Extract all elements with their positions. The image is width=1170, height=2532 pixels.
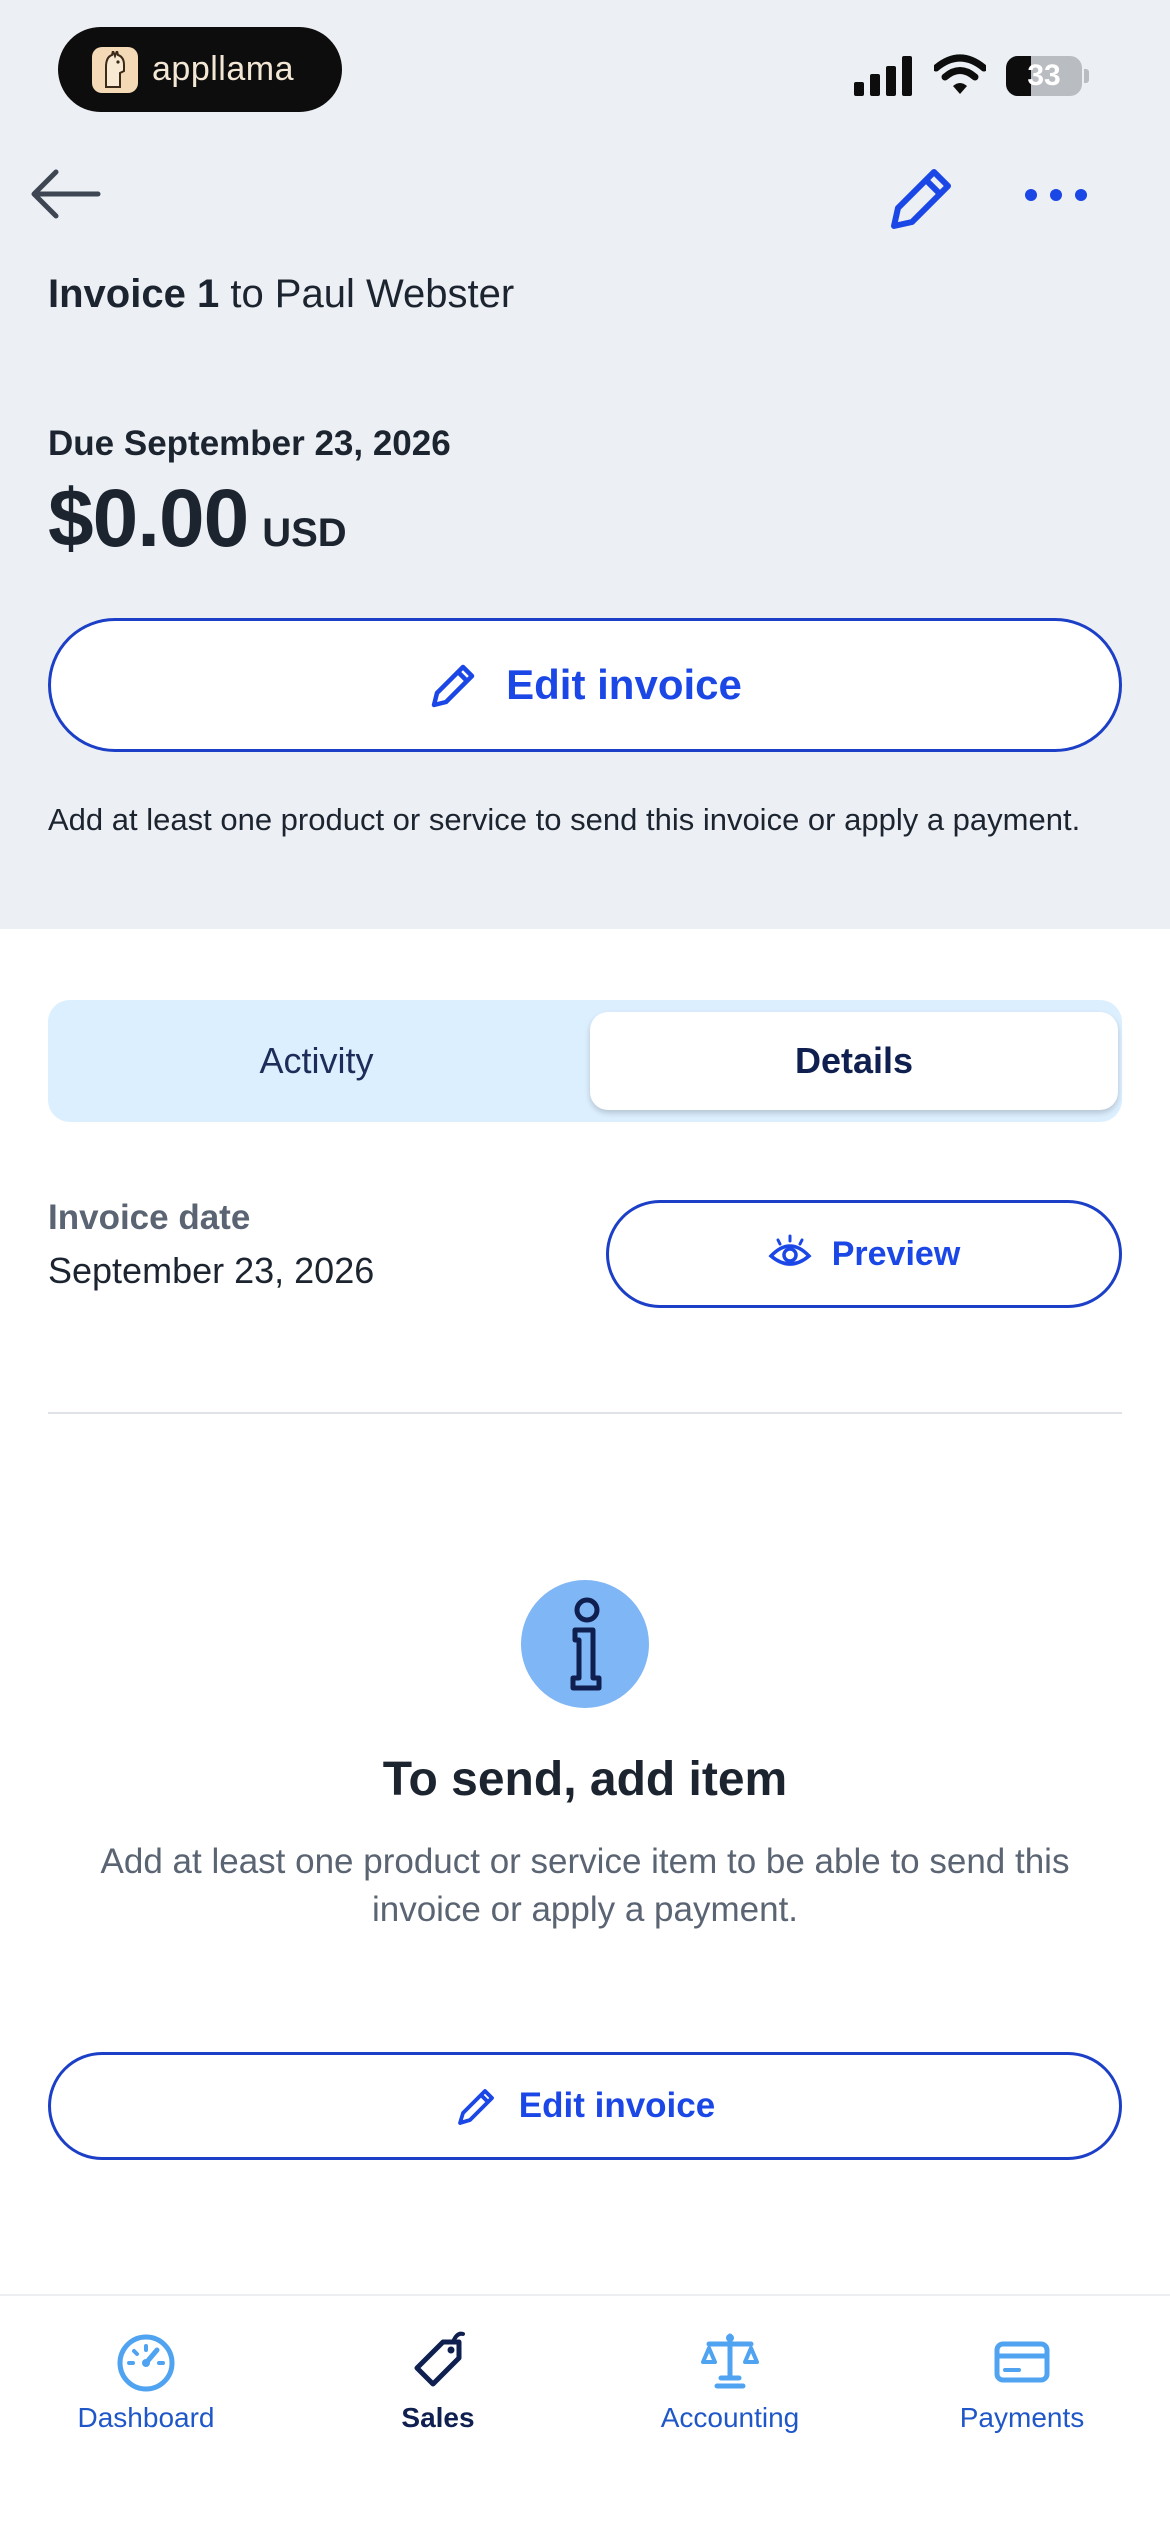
invoice-customer: to Paul Webster <box>230 272 515 316</box>
send-hint-text: Add at least one product or service to s… <box>48 802 1081 837</box>
invoice-title: Invoice 1 to Paul Webster <box>48 272 514 317</box>
section-divider <box>48 1412 1122 1414</box>
more-options-button[interactable] <box>1018 170 1094 220</box>
preview-label: Preview <box>831 1234 961 1273</box>
amount-value: $0.00 <box>48 473 249 564</box>
info-icon <box>521 1580 649 1708</box>
app-badge-label: appllama <box>152 50 294 88</box>
app-badge: appllama <box>58 27 342 112</box>
back-button[interactable] <box>28 160 104 228</box>
nav-accounting-label: Accounting <box>660 2402 800 2433</box>
tab-bar: Activity Details <box>48 1000 1122 1122</box>
battery-icon: 33 <box>1006 56 1089 96</box>
empty-state-description: Add at least one product or service item… <box>100 1842 1070 1929</box>
llama-logo-icon <box>92 46 138 93</box>
nav-payments[interactable]: Payments <box>876 2328 1168 2448</box>
pencil-icon <box>457 2089 494 2125</box>
pencil-icon <box>891 169 951 229</box>
wifi-icon <box>934 54 986 94</box>
tab-activity[interactable]: Activity <box>48 1000 585 1122</box>
edit-invoice-button[interactable]: Edit invoice <box>48 618 1122 752</box>
nav-sales[interactable]: Sales <box>292 2328 584 2448</box>
nav-dashboard-label: Dashboard <box>77 2402 215 2433</box>
card-icon <box>994 2341 1050 2383</box>
bottom-navigation: Dashboard Sales Accounting Payments <box>0 2294 1170 2532</box>
edit-pencil-button[interactable] <box>884 160 960 232</box>
empty-state-title: To send, add item <box>382 1753 788 1806</box>
invoice-header-section <box>0 0 1170 929</box>
due-date: Due September 23, 2026 <box>48 424 451 463</box>
nav-dashboard[interactable]: Dashboard <box>0 2328 292 2448</box>
amount-currency: USD <box>262 511 347 555</box>
scale-icon <box>701 2333 759 2389</box>
battery-level: 33 <box>1027 59 1061 92</box>
tab-details[interactable]: Details <box>590 1012 1118 1110</box>
nav-sales-label: Sales <box>401 2402 475 2433</box>
tag-icon <box>414 2331 465 2387</box>
gauge-icon <box>117 2334 175 2392</box>
more-horizontal-icon <box>1025 189 1087 201</box>
invoice-amount: $0.00 USD <box>48 472 347 566</box>
edit-invoice-label: Edit invoice <box>506 661 742 708</box>
edit-invoice-button-secondary[interactable]: Edit invoice <box>48 2052 1122 2160</box>
preview-button[interactable]: Preview <box>606 1200 1122 1308</box>
edit-invoice-label: Edit invoice <box>518 2086 716 2125</box>
nav-payments-label: Payments <box>959 2402 1085 2433</box>
pencil-icon <box>431 664 475 708</box>
nav-accounting[interactable]: Accounting <box>584 2328 876 2448</box>
cellular-signal-icon <box>854 56 912 96</box>
invoice-date-value: September 23, 2026 <box>48 1250 375 1291</box>
eye-icon <box>768 1234 812 1266</box>
invoice-date-label: Invoice date <box>48 1198 251 1237</box>
arrow-left-icon <box>31 169 101 219</box>
invoice-number: Invoice 1 <box>48 272 220 316</box>
